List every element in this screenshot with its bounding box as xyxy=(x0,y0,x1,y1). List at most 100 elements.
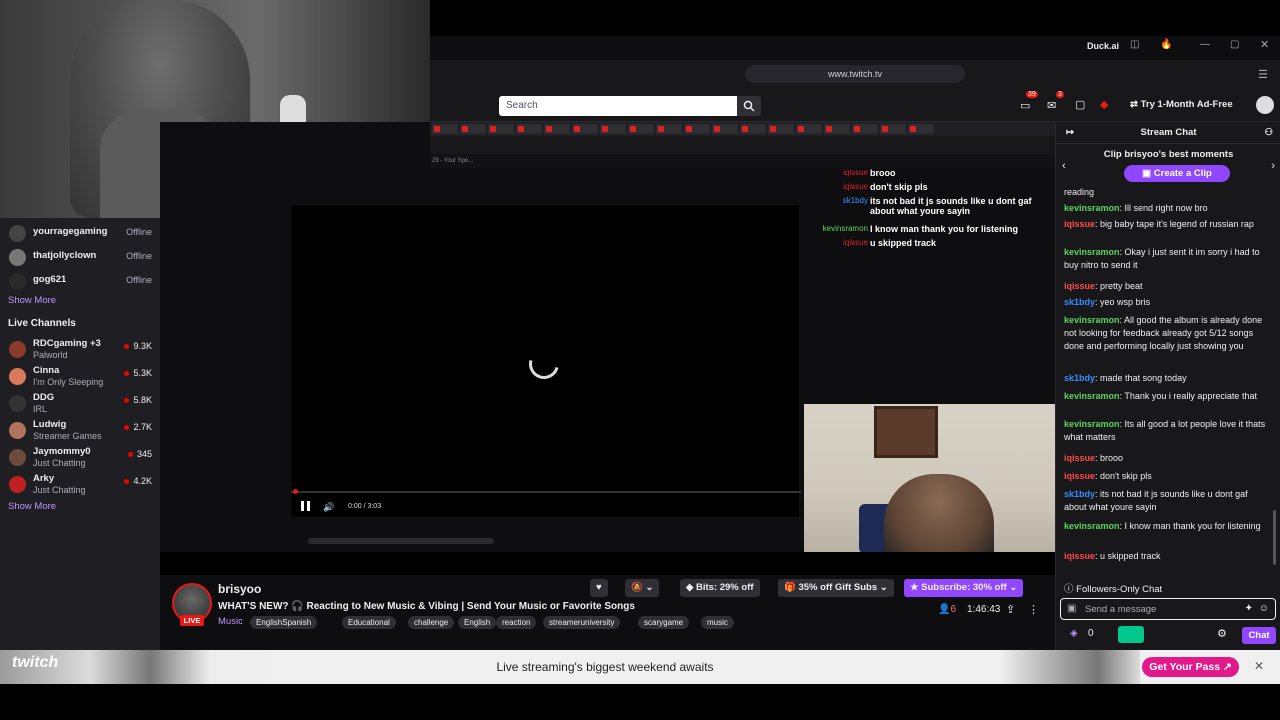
volume-icon[interactable]: 🔊 xyxy=(323,502,334,513)
tag[interactable]: English xyxy=(458,616,497,629)
notifications-icon[interactable]: ▭ xyxy=(1020,99,1030,112)
more-options-icon[interactable]: ⋮ xyxy=(1028,603,1039,616)
chat-username[interactable]: sk1bdy xyxy=(1064,489,1095,499)
live-channel[interactable]: Jaymommy0 Just Chatting 345 xyxy=(0,444,160,468)
browser-titlebar: Duck.ai ◫ 🔥 — ▢ ✕ xyxy=(430,36,1280,60)
followed-channel[interactable]: gog621 Offline xyxy=(0,268,160,292)
overlay-user: iqissue xyxy=(843,238,868,247)
stream-category[interactable]: Music xyxy=(218,616,243,627)
chat-username[interactable]: kevinsramon xyxy=(1064,315,1120,325)
banner-text: Live streaming's biggest weekend awaits xyxy=(496,660,714,674)
prev-icon[interactable]: ‹ xyxy=(1062,160,1066,172)
chat-send-button[interactable]: Chat xyxy=(1242,627,1276,644)
subscribe-button[interactable]: ★ Subscribe: 30% off ⌄ xyxy=(904,579,1024,597)
chat-username[interactable]: kevinsramon xyxy=(1064,419,1120,429)
get-pass-button[interactable]: Get Your Pass ↗ xyxy=(1142,657,1239,677)
horizontal-scrollbar[interactable] xyxy=(308,538,494,544)
followed-channel[interactable]: thatjollyclown Offline xyxy=(0,244,160,268)
overlay-user: iqissue xyxy=(843,182,868,191)
followers-only-notice: ⓘ Followers-Only Chat xyxy=(1064,584,1163,595)
notifications-toggle[interactable]: 🔕 ⌄ xyxy=(625,579,660,597)
chat-username[interactable]: sk1bdy xyxy=(1064,373,1095,383)
chat-message: iqissue: brooo xyxy=(1064,453,1124,463)
tag[interactable]: Educational xyxy=(342,616,396,629)
followed-channel[interactable]: yourragegaming Offline xyxy=(0,220,160,244)
ad-free-button[interactable]: ⇄ Try 1-Month Ad-Free xyxy=(1130,99,1233,110)
menu-icon[interactable]: ☰ xyxy=(1258,68,1268,81)
live-channel[interactable]: DDG IRL 5.8K xyxy=(0,390,160,414)
prime-icon[interactable]: ◆ xyxy=(1100,98,1108,111)
emote-icon[interactable]: ☺ xyxy=(1259,603,1269,614)
user-avatar[interactable] xyxy=(1256,96,1274,114)
url-field[interactable]: www.twitch.tv xyxy=(745,65,965,83)
gift-icon[interactable]: ▣ xyxy=(1067,603,1076,614)
chat-scrollbar[interactable] xyxy=(1273,510,1276,565)
follow-button[interactable]: ♥ xyxy=(590,579,608,597)
tag[interactable]: streameruniversity xyxy=(543,616,621,629)
claim-button[interactable] xyxy=(1118,626,1144,643)
community-icon[interactable]: ⚇ xyxy=(1264,122,1273,144)
live-channel[interactable]: Arky Just Chatting 4.2K xyxy=(0,471,160,495)
chat-username[interactable]: kevinsramon xyxy=(1064,391,1120,401)
live-channels-heading: Live Channels xyxy=(8,318,76,329)
channel-name: thatjollyclown xyxy=(33,250,97,261)
viewer-count: 9.3K xyxy=(124,341,152,351)
overlay-user: sk1bdy xyxy=(842,196,868,205)
channel-name: Ludwig xyxy=(33,419,67,430)
subscribe-label: Subscribe: 30% off xyxy=(921,582,1007,593)
chat-username[interactable]: iqissue xyxy=(1064,281,1095,291)
bits-button[interactable]: ◆ Bits: 29% off xyxy=(680,579,760,597)
magic-icon[interactable]: ✦ xyxy=(1245,603,1253,614)
fire-icon[interactable]: 🔥 xyxy=(1160,39,1172,50)
inbox-icon[interactable]: ✉ xyxy=(1047,99,1056,112)
pause-icon[interactable] xyxy=(301,501,310,511)
live-badge: LIVE xyxy=(180,615,204,626)
show-more-live[interactable]: Show More xyxy=(8,501,56,512)
chat-username[interactable]: iqissue xyxy=(1064,471,1095,481)
collapse-chat-icon[interactable]: ↦ xyxy=(1066,122,1074,144)
minimize-icon[interactable]: — xyxy=(1200,39,1210,50)
chat-message: kevinsramon: Thank you i really apprecia… xyxy=(1064,391,1257,401)
create-clip-button[interactable]: ▣ Create a Clip xyxy=(1124,165,1230,182)
stream-player[interactable]: 29 - Your Spo... 🔊 0:00 / 3:03 iqissue br… xyxy=(160,122,1055,552)
chat-username[interactable]: iqissue xyxy=(1064,453,1095,463)
tag[interactable]: EnglishSpanish xyxy=(250,616,318,629)
chat-header: ↦ Stream Chat ⚇ xyxy=(1056,122,1280,144)
tag[interactable]: music xyxy=(701,616,734,629)
video-player[interactable]: 🔊 0:00 / 3:03 xyxy=(290,204,801,518)
sidebar-toggle-icon[interactable]: ◫ xyxy=(1130,39,1139,50)
show-more-followed[interactable]: Show More xyxy=(8,295,56,306)
tag[interactable]: challenge xyxy=(408,616,455,629)
channel-name[interactable]: brisyoo xyxy=(218,582,261,596)
chat-username[interactable]: kevinsramon xyxy=(1064,521,1120,531)
tag[interactable]: scarygame xyxy=(638,616,690,629)
live-channel[interactable]: Ludwig Streamer Games 2.7K xyxy=(0,417,160,441)
channel-points-icon[interactable]: ◈ xyxy=(1070,628,1078,639)
chat-input[interactable]: ▣ Send a message ✦ ☺ xyxy=(1060,598,1276,620)
chat-username[interactable]: iqissue xyxy=(1064,551,1095,561)
settings-icon[interactable]: ⚙ xyxy=(1217,627,1227,640)
next-icon[interactable]: › xyxy=(1271,160,1275,172)
chat-username[interactable]: kevinsramon xyxy=(1064,203,1120,213)
live-channel[interactable]: Cinna I'm Only Sleeping 5.3K xyxy=(0,363,160,387)
close-window-icon[interactable]: ✕ xyxy=(1260,38,1269,51)
live-channel[interactable]: RDCgaming +3 Palworld 9.3K xyxy=(0,336,160,360)
tag[interactable]: reaction xyxy=(496,616,537,629)
channel-name: gog621 xyxy=(33,274,67,285)
maximize-icon[interactable]: ▢ xyxy=(1230,39,1239,50)
video-time: 0:00 / 3:03 xyxy=(348,503,382,510)
promo-banner[interactable]: twitch Live streaming's biggest weekend … xyxy=(0,650,1280,684)
chat-username[interactable]: iqissue xyxy=(1064,219,1095,229)
search-button[interactable] xyxy=(737,96,761,116)
search-input[interactable]: Search xyxy=(499,96,737,116)
progress-handle[interactable] xyxy=(293,489,298,494)
gift-subs-button[interactable]: 🎁 35% off Gift Subs ⌄ xyxy=(778,579,894,597)
live-dot-icon xyxy=(124,398,130,404)
chat-username[interactable]: kevinsramon xyxy=(1064,247,1120,257)
video-progress-bar[interactable] xyxy=(291,491,801,493)
close-banner-icon[interactable]: ✕ xyxy=(1254,659,1264,673)
share-icon[interactable]: ⇪ xyxy=(1006,603,1015,616)
whispers-icon[interactable]: ▢ xyxy=(1075,98,1085,111)
chat-username[interactable]: sk1bdy xyxy=(1064,297,1095,307)
chat-messages: reading kevinsramon: Ill send right now b… xyxy=(1064,186,1272,568)
